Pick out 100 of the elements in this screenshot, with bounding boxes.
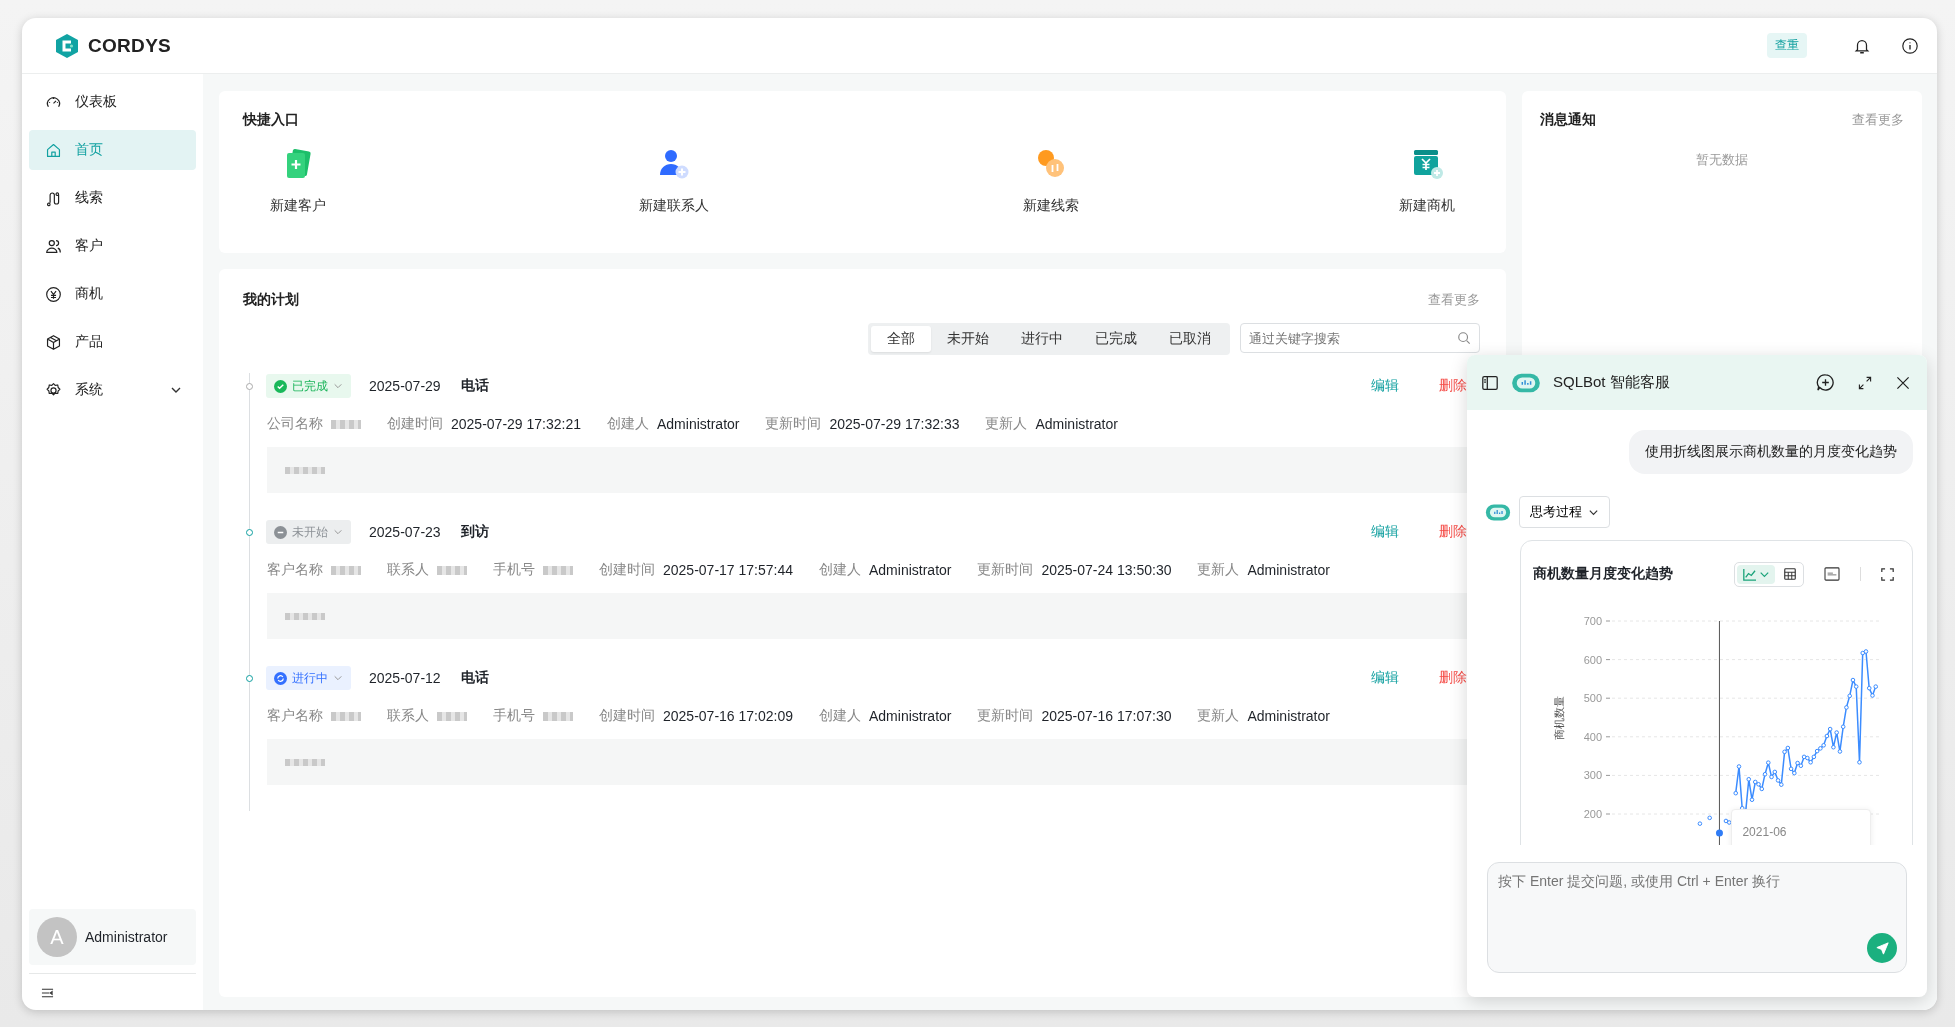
field-label: 手机号 — [493, 561, 535, 579]
chat-input[interactable]: 按下 Enter 提交问题, 或使用 Ctrl + Enter 换行 — [1487, 862, 1907, 973]
status-dropdown[interactable]: 进行中 — [266, 666, 351, 690]
redacted-note — [285, 466, 325, 474]
card-title: 我的计划 — [243, 291, 299, 309]
field-label: 联系人 — [387, 561, 429, 579]
field-value: Administrator — [869, 562, 952, 578]
plan-type: 到访 — [460, 523, 489, 541]
info-icon[interactable] — [1901, 36, 1919, 55]
tooltip-label: 2021-06 — [1742, 825, 1787, 839]
filter-tab[interactable]: 已完成 — [1079, 326, 1153, 352]
quick-entry-label[interactable]: 新建联系人 — [639, 197, 710, 215]
caret-icon — [333, 381, 343, 391]
field-value: 2025-07-17 17:57:44 — [663, 562, 793, 578]
field-label: 更新人 — [1197, 707, 1240, 725]
minus-circle-icon — [274, 525, 287, 539]
highlight-point — [1715, 829, 1723, 837]
y-tick-label: 600 — [1583, 653, 1602, 666]
caret-icon — [333, 673, 343, 683]
user-message: 使用折线图展示商机数量的月度变化趋势 — [1629, 430, 1913, 474]
card-title: 快捷入口 — [243, 111, 300, 129]
plan-type: 电话 — [460, 669, 489, 687]
field-label: 联系人 — [387, 707, 429, 725]
quick-entry-label[interactable]: 新建商机 — [1399, 197, 1455, 215]
nav-item[interactable]: 线索 — [29, 178, 196, 218]
y-tick-label: 400 — [1583, 730, 1602, 743]
expand-icon[interactable] — [1857, 374, 1873, 391]
check-circle-icon — [274, 379, 287, 393]
delete-link[interactable]: 删除 — [1439, 377, 1467, 395]
field-label: 创建人 — [819, 561, 861, 579]
field-label: 更新人 — [985, 415, 1028, 433]
field-value: 2025-07-16 17:02:09 — [663, 708, 793, 724]
field-value: 2025-07-16 17:07:30 — [1041, 708, 1172, 724]
field-label: 创建时间 — [599, 561, 655, 579]
quick-entry-label[interactable]: 新建线索 — [1022, 197, 1079, 215]
thinking-dropdown[interactable]: 思考过程 — [1519, 496, 1610, 528]
field-label: 创建人 — [607, 415, 649, 433]
y-tick-label: 700 — [1583, 615, 1602, 627]
filter-tab[interactable]: 已取消 — [1153, 326, 1227, 352]
send-icon — [1874, 940, 1890, 956]
filter-tab[interactable]: 进行中 — [1005, 326, 1079, 352]
new-chat-icon[interactable] — [1816, 373, 1835, 392]
redacted-note — [285, 758, 325, 766]
logo-icon — [54, 32, 80, 59]
y-tick-label: 500 — [1583, 692, 1602, 705]
fullscreen-icon[interactable] — [1881, 567, 1894, 581]
caret-icon — [333, 527, 343, 537]
user-avatar: A — [37, 917, 77, 957]
y-tick-label: 200 — [1583, 808, 1602, 820]
search-icon[interactable] — [1457, 331, 1471, 345]
user-card[interactable]: A Administrator — [29, 909, 196, 965]
nav-item[interactable]: 仪表板 — [29, 82, 196, 122]
field-label: 创建时间 — [599, 707, 655, 725]
plan-type: 电话 — [460, 377, 489, 395]
sidebar-toggle-icon[interactable] — [1481, 373, 1499, 392]
field-label: 更新时间 — [765, 415, 822, 433]
filter-tab[interactable]: 未开始 — [931, 326, 1005, 352]
collapse-icon[interactable] — [41, 988, 54, 998]
plan-date: 2025-07-23 — [369, 524, 441, 540]
field-label: 公司名称 — [267, 415, 323, 433]
nav-item[interactable]: 客户 — [29, 226, 196, 266]
field-label: 创建时间 — [387, 415, 443, 433]
field-label: 更新时间 — [977, 707, 1034, 725]
user-name: Administrator — [85, 929, 168, 945]
field-value: Administrator — [1035, 416, 1118, 432]
nav-icon — [45, 189, 62, 207]
field-label: 更新时间 — [977, 561, 1034, 579]
field-value: Administrator — [1247, 562, 1330, 578]
nav-icon — [45, 333, 62, 351]
chart-title: 商机数量月度变化趋势 — [1533, 565, 1673, 583]
field-label: 手机号 — [493, 707, 535, 725]
field-label: 客户名称 — [267, 707, 323, 725]
card-title: 消息通知 — [1540, 111, 1596, 129]
nav-item[interactable]: 商机 — [29, 274, 196, 314]
y-tick-label: 300 — [1583, 769, 1602, 782]
empty-text: 暂无数据 — [1695, 151, 1749, 169]
quick-entry-label[interactable]: 新建客户 — [270, 197, 326, 215]
brand-name: CORDYS — [88, 34, 172, 57]
plan-date: 2025-07-29 — [369, 378, 441, 394]
redacted-note — [285, 612, 325, 620]
nav-item[interactable]: 系统 — [29, 370, 196, 410]
plan-date: 2025-07-12 — [369, 670, 441, 686]
delete-link[interactable]: 删除 — [1439, 523, 1467, 541]
delete-link[interactable]: 删除 — [1439, 669, 1467, 687]
field-value: 2025-07-29 17:32:33 — [829, 416, 960, 432]
field-label: 创建人 — [819, 707, 861, 725]
filter-tab[interactable]: 全部 — [871, 326, 931, 352]
y-axis-label: 商机数量 — [1553, 695, 1565, 740]
search-field[interactable]: 通过关键字搜索 — [1240, 323, 1480, 353]
nav-item[interactable]: 产品 — [29, 322, 196, 362]
bot-icon — [1485, 501, 1511, 523]
nav-icon — [45, 237, 62, 255]
field-label: 更新人 — [1197, 561, 1240, 579]
field-value: Administrator — [869, 708, 952, 724]
field-value: 2025-07-29 17:32:21 — [451, 416, 581, 432]
sql-file-icon[interactable] — [1824, 567, 1840, 581]
field-value: Administrator — [657, 416, 740, 432]
close-icon[interactable] — [1895, 374, 1911, 391]
field-value: 2025-07-24 13:50:30 — [1041, 562, 1172, 578]
nav-icon — [45, 285, 62, 303]
